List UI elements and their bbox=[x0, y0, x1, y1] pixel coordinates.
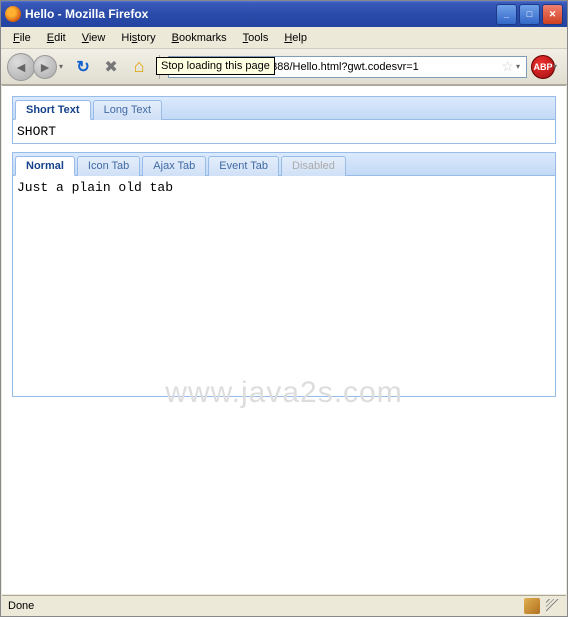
menu-view[interactable]: View bbox=[74, 30, 114, 46]
tabpanel-1-body: SHORT bbox=[13, 120, 555, 143]
title-bar: Hello - Mozilla Firefox _ □ ✕ bbox=[1, 1, 567, 27]
tabpanel-short-long: Short TextLong Text SHORT bbox=[12, 96, 556, 144]
maximize-button[interactable]: □ bbox=[519, 4, 540, 25]
bookmark-star-icon[interactable]: ☆ bbox=[501, 58, 514, 75]
navigation-toolbar: ◄ ► ▾ ↻ ✖ ⌂ ☆ ▾ ABP ▾ bbox=[1, 49, 567, 85]
tab-icon-tab[interactable]: Icon Tab bbox=[77, 156, 140, 176]
menu-history[interactable]: History bbox=[113, 30, 163, 46]
tabstrip-1: Short TextLong Text bbox=[13, 97, 555, 120]
tabpanel-main: NormalIcon TabAjax TabEvent TabDisabled … bbox=[12, 152, 556, 397]
tabstrip-2: NormalIcon TabAjax TabEvent TabDisabled bbox=[13, 153, 555, 176]
adblock-button[interactable]: ABP bbox=[531, 55, 555, 79]
tab-disabled: Disabled bbox=[281, 156, 346, 176]
tab-ajax-tab[interactable]: Ajax Tab bbox=[142, 156, 206, 176]
menu-bar: FileEditViewHistoryBookmarksToolsHelp bbox=[1, 27, 567, 49]
page-content: Short TextLong Text SHORT NormalIcon Tab… bbox=[2, 86, 566, 415]
tabpanel-2-body: Just a plain old tab bbox=[13, 176, 555, 396]
firefox-icon bbox=[5, 6, 21, 22]
menu-bookmarks[interactable]: Bookmarks bbox=[164, 30, 235, 46]
reload-button[interactable]: ↻ bbox=[71, 55, 95, 79]
status-text: Done bbox=[8, 600, 34, 612]
tab-normal[interactable]: Normal bbox=[15, 156, 75, 176]
menu-tools[interactable]: Tools bbox=[235, 30, 277, 46]
window-buttons: _ □ ✕ bbox=[496, 4, 563, 25]
menu-file[interactable]: File bbox=[5, 30, 39, 46]
close-button[interactable]: ✕ bbox=[542, 4, 563, 25]
window-title: Hello - Mozilla Firefox bbox=[25, 7, 496, 21]
minimize-button[interactable]: _ bbox=[496, 4, 517, 25]
home-button[interactable]: ⌂ bbox=[127, 55, 151, 79]
tab-short-text[interactable]: Short Text bbox=[15, 100, 91, 120]
stop-button[interactable]: ✖ bbox=[99, 55, 123, 79]
status-bar: Done bbox=[2, 595, 566, 615]
tab-event-tab[interactable]: Event Tab bbox=[208, 156, 279, 176]
url-dropdown-icon[interactable]: ▾ bbox=[516, 62, 520, 71]
nav-history-dropdown[interactable]: ▾ bbox=[59, 62, 63, 71]
stop-tooltip: Stop loading this page bbox=[156, 57, 275, 75]
abp-wrap: ABP ▾ bbox=[531, 55, 561, 79]
forward-button[interactable]: ► bbox=[33, 55, 57, 79]
resize-grip-icon[interactable] bbox=[546, 599, 560, 613]
back-button[interactable]: ◄ bbox=[7, 53, 35, 81]
page-viewport: Short TextLong Text SHORT NormalIcon Tab… bbox=[2, 85, 566, 594]
status-addon-icon[interactable] bbox=[524, 598, 540, 614]
menu-edit[interactable]: Edit bbox=[39, 30, 74, 46]
tab-long-text[interactable]: Long Text bbox=[93, 100, 163, 120]
abp-dropdown-icon[interactable]: ▾ bbox=[553, 62, 557, 71]
menu-help[interactable]: Help bbox=[276, 30, 315, 46]
